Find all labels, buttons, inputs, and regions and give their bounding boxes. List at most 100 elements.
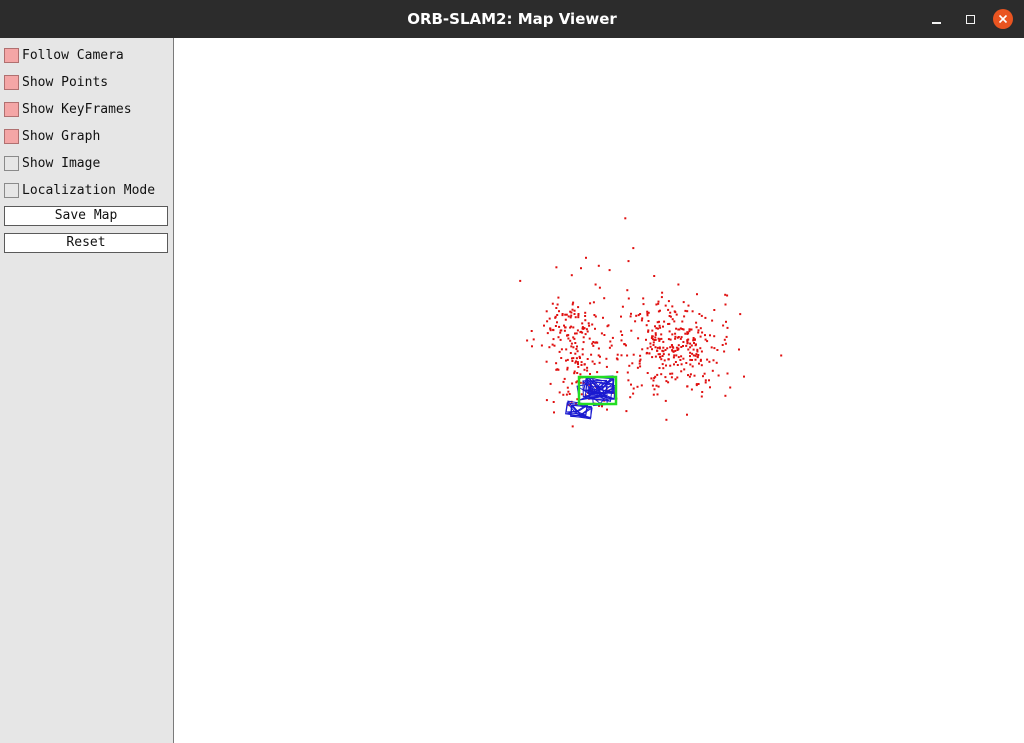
map-point [564,318,567,321]
map-point [690,328,693,331]
map-point [632,392,635,395]
map-point [669,372,672,375]
map-point [682,328,685,331]
map-point [695,384,698,387]
map-point [573,313,576,315]
map-point [680,336,683,339]
show-points-checkbox[interactable]: Show Points [4,72,170,92]
map-point [625,410,628,413]
checkbox-box[interactable] [4,155,19,171]
reset-button[interactable]: Reset [4,233,168,253]
map-point [650,337,653,339]
map-point [676,376,679,379]
map-point [661,355,664,357]
map-point [560,357,563,359]
map-point [631,362,634,365]
map-point [677,356,680,359]
map-point [700,350,703,353]
map-point [580,393,583,396]
map-point [584,319,587,322]
show-image-checkbox[interactable]: Show Image [4,153,170,173]
map-point [689,351,692,354]
map-point [570,345,573,348]
close-button[interactable] [993,9,1013,29]
map-point [729,386,732,389]
map-point [699,335,702,338]
localization-mode-checkbox[interactable]: Localization Mode [4,180,170,200]
checkbox-box[interactable] [4,74,19,90]
map-point [673,363,675,366]
map-point [693,342,695,344]
map-point [659,355,662,358]
map-point [660,333,663,336]
map-point [545,310,548,313]
checkbox-box[interactable] [4,101,19,117]
map-point [697,329,700,332]
show-graph-checkbox[interactable]: Show Graph [4,126,170,146]
map-point [675,313,678,316]
control-panel: Follow Camera Show Points Show KeyFrames… [0,38,174,743]
map-point [575,357,578,360]
maximize-button[interactable] [960,9,980,29]
map-point [683,315,686,318]
map-point [605,365,608,368]
map-point [571,308,574,311]
map-point [653,275,656,277]
map-point [650,377,653,380]
map-point [645,338,647,341]
map-point [651,348,653,351]
map-point [667,381,670,384]
map-point [664,304,667,307]
map-point [657,302,660,305]
map-point [555,362,558,365]
map-point [634,320,637,323]
map-viewport[interactable] [174,38,1024,743]
map-point [686,340,689,343]
map-point [576,372,579,374]
map-point [652,393,655,396]
map-point [619,330,622,333]
map-point [689,363,692,366]
map-point [651,356,654,359]
map-point [601,405,603,408]
checkbox-box[interactable] [4,128,19,144]
map-point [569,339,572,342]
map-point [549,382,552,385]
map-point [674,378,677,381]
map-point [630,329,633,332]
map-point [699,347,702,350]
map-point [620,339,623,342]
map-point [674,337,677,340]
map-point [659,326,662,329]
follow-camera-checkbox[interactable]: Follow Camera [4,45,170,65]
map-point [686,385,689,388]
map-point [627,260,630,263]
map-point [679,359,682,361]
map-point [704,338,707,341]
save-map-button[interactable]: Save Map [4,206,168,226]
map-point [721,344,724,346]
map-point [703,372,706,375]
map-point [642,297,645,300]
map-point [667,300,670,303]
show-keyframes-checkbox[interactable]: Show KeyFrames [4,99,170,119]
map-point [558,391,561,394]
map-point [682,301,685,304]
map-point [584,311,587,314]
minimize-button[interactable] [926,9,946,29]
minimize-icon [931,22,941,24]
map-point [597,264,600,267]
map-point [677,336,680,338]
map-point [709,386,711,389]
checkbox-box[interactable] [4,182,19,198]
map-point [572,301,575,304]
map-point [565,313,568,316]
map-point [637,337,640,340]
map-point [646,310,649,313]
checkbox-box[interactable] [4,47,19,63]
map-point [704,316,707,319]
map-point [646,351,648,354]
map-point [625,344,627,347]
map-point [697,383,700,385]
title-bar: ORB-SLAM2: Map Viewer [0,0,1024,38]
